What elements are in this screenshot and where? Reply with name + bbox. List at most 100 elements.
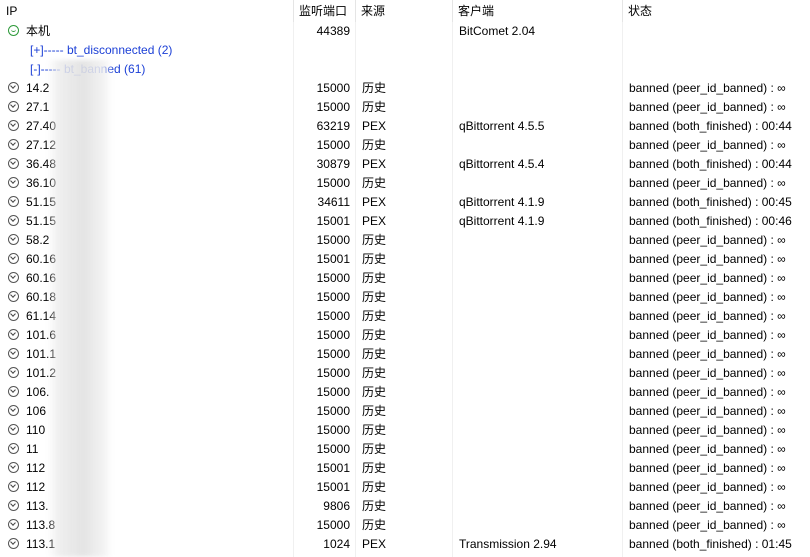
table-row[interactable]: 27.12 15000 历史 banned (peer_id_banned) : ∞ — [0, 136, 810, 155]
peer-port: 15001 — [316, 214, 350, 228]
table-row[interactable]: 60.16 15000 历史 banned (peer_id_banned) : ∞ — [0, 269, 810, 288]
table-row[interactable]: 101.1 15000 历史 banned (peer_id_banned) : ∞ — [0, 345, 810, 364]
peer-client — [459, 307, 619, 326]
peer-status: banned (peer_id_banned) : ∞ — [629, 499, 786, 513]
chevron-down-circle-icon — [8, 234, 19, 245]
table-row[interactable]: 11 15000 历史 banned (peer_id_banned) : ∞ — [0, 440, 810, 459]
peer-source: 历史 — [362, 81, 387, 95]
table-row[interactable]: 113.1 1024 PEX Transmission 2.94 banned (bot… — [0, 535, 810, 554]
table-row[interactable]: 110 15000 历史 banned (peer_id_banned) : ∞ — [0, 421, 810, 440]
table-row[interactable]: 60.18 15000 历史 banned (peer_id_banned) : ∞ — [0, 288, 810, 307]
peer-source: PEX — [362, 214, 387, 228]
table-row[interactable]: 27.1 15000 历史 banned (peer_id_banned) : ∞ — [0, 98, 810, 117]
table-row[interactable]: 36.10 15000 历史 banned (peer_id_banned) : ∞ — [0, 174, 810, 193]
chevron-down-circle-icon — [8, 348, 19, 359]
peer-client — [459, 383, 619, 402]
column-header-port[interactable]: 监听端口 — [293, 0, 355, 22]
peer-client — [459, 345, 619, 364]
peer-source: 历史 — [362, 518, 387, 532]
table-row[interactable]: 113. 9806 历史 banned (peer_id_banned) : ∞ — [0, 497, 810, 516]
peer-source: 历史 — [362, 290, 387, 304]
peer-status: banned (peer_id_banned) : ∞ — [629, 347, 786, 361]
peer-client — [459, 231, 619, 250]
table-row[interactable]: 51.15 15001 PEX qBittorrent 4.1.9 banned (bo… — [0, 212, 810, 231]
peer-client: qBittorrent 4.1.9 — [459, 195, 545, 209]
table-row[interactable]: 14.2 15000 历史 banned (peer_id_banned) : ∞ — [0, 79, 810, 98]
peer-status — [629, 22, 809, 41]
peer-port: 15000 — [316, 81, 350, 95]
chevron-down-circle-icon — [8, 177, 19, 188]
chevron-down-circle-icon — [8, 329, 19, 340]
peer-status: banned (peer_id_banned) : ∞ — [629, 366, 786, 380]
peer-client — [459, 478, 619, 497]
peer-port: 15001 — [316, 461, 350, 475]
table-row[interactable]: 112 15001 历史 banned (peer_id_banned) : ∞ — [0, 459, 810, 478]
peer-status: banned (peer_id_banned) : ∞ — [629, 100, 786, 114]
peer-source: 历史 — [362, 480, 387, 494]
chevron-down-circle-icon — [8, 538, 19, 549]
peer-source: 历史 — [362, 442, 387, 456]
peer-port: 15000 — [316, 347, 350, 361]
chevron-down-circle-icon — [8, 139, 19, 150]
peer-client — [459, 421, 619, 440]
table-row[interactable]: 27.40 63219 PEX qBittorrent 4.5.5 banned (bo… — [0, 117, 810, 136]
chevron-down-circle-icon — [8, 519, 19, 530]
peer-client — [459, 250, 619, 269]
chevron-down-circle-icon — [8, 405, 19, 416]
table-row[interactable]: 112 15001 历史 banned (peer_id_banned) : ∞ — [0, 478, 810, 497]
peer-source: 历史 — [362, 404, 387, 418]
table-row[interactable]: 36.48 30879 PEX qBittorrent 4.5.4 banned (bo… — [0, 155, 810, 174]
table-row[interactable]: 101.2 15000 历史 banned (peer_id_banned) : ∞ — [0, 364, 810, 383]
peer-ip: 本机 — [26, 24, 51, 38]
peer-status: banned (both_finished) : 00:44 — [629, 119, 792, 133]
peer-status: banned (peer_id_banned) : ∞ — [629, 81, 786, 95]
peer-client — [459, 98, 619, 117]
peer-port: 15000 — [316, 176, 350, 190]
table-row[interactable]: 61.14 15000 历史 banned (peer_id_banned) : ∞ — [0, 307, 810, 326]
column-header-ip[interactable]: IP — [0, 0, 293, 22]
peer-status: banned (peer_id_banned) : ∞ — [629, 328, 786, 342]
peer-ip: 14.2 — [26, 81, 50, 95]
chevron-down-circle-icon — [8, 272, 19, 283]
table-row[interactable]: 113.8 15000 历史 banned (peer_id_banned) : ∞ — [0, 516, 810, 535]
peer-ip: 112 — [26, 461, 46, 475]
peer-source: 历史 — [362, 233, 387, 247]
peer-source: PEX — [362, 537, 387, 551]
banned-peer-rows: 14.2 15000 历史 banned (peer_id_banned) : ∞ 27… — [0, 79, 810, 554]
peer-ip: 110 — [26, 423, 46, 437]
peer-port: 15000 — [316, 290, 350, 304]
table-header: IP 监听端口 来源 客户端 状态 — [0, 0, 810, 22]
peer-status: banned (peer_id_banned) : ∞ — [629, 480, 786, 494]
peer-source: 历史 — [362, 271, 387, 285]
table-row[interactable]: 106 15000 历史 banned (peer_id_banned) : ∞ — [0, 402, 810, 421]
table-row[interactable]: 60.16 15001 历史 banned (peer_id_banned) : ∞ — [0, 250, 810, 269]
peer-port: 15000 — [316, 404, 350, 418]
table-row[interactable]: 106. 15000 历史 banned (peer_id_banned) : ∞ — [0, 383, 810, 402]
peer-source: PEX — [362, 195, 387, 209]
group-disconnected-toggle[interactable]: [+]----- bt_disconnected (2) — [30, 41, 290, 60]
table-row[interactable]: 51.15 34611 PEX qBittorrent 4.1.9 banned (bo… — [0, 193, 810, 212]
group-row-disconnected[interactable]: [+]----- bt_disconnected (2) — [0, 41, 810, 60]
chevron-down-circle-icon — [8, 196, 19, 207]
peer-source: 历史 — [362, 138, 387, 152]
chevron-down-circle-icon — [8, 500, 19, 511]
peer-port: 15000 — [316, 233, 350, 247]
peer-port: 15000 — [316, 385, 350, 399]
peer-source: 历史 — [362, 176, 387, 190]
table-row[interactable]: 58.2 15000 历史 banned (peer_id_banned) : ∞ — [0, 231, 810, 250]
peer-port: 15000 — [316, 423, 350, 437]
peer-source: 历史 — [362, 347, 387, 361]
column-header-source[interactable]: 来源 — [355, 0, 452, 22]
peer-ip: 27.1 — [26, 100, 50, 114]
column-header-client[interactable]: 客户端 — [452, 0, 622, 22]
peer-status: banned (peer_id_banned) : ∞ — [629, 385, 786, 399]
table-row[interactable]: 101.6 15000 历史 banned (peer_id_banned) : ∞ — [0, 326, 810, 345]
peer-status: banned (peer_id_banned) : ∞ — [629, 442, 786, 456]
column-header-status[interactable]: 状态 — [622, 0, 810, 22]
local-peer-row[interactable]: 本机 44389 BitComet 2.04 — [0, 22, 810, 41]
peer-port: 34611 — [317, 195, 350, 209]
peer-source: 历史 — [362, 366, 387, 380]
chevron-down-circle-icon — [8, 424, 19, 435]
peer-client — [459, 136, 619, 155]
group-row-banned[interactable]: [-]----- bt_banned (61) — [0, 60, 810, 79]
